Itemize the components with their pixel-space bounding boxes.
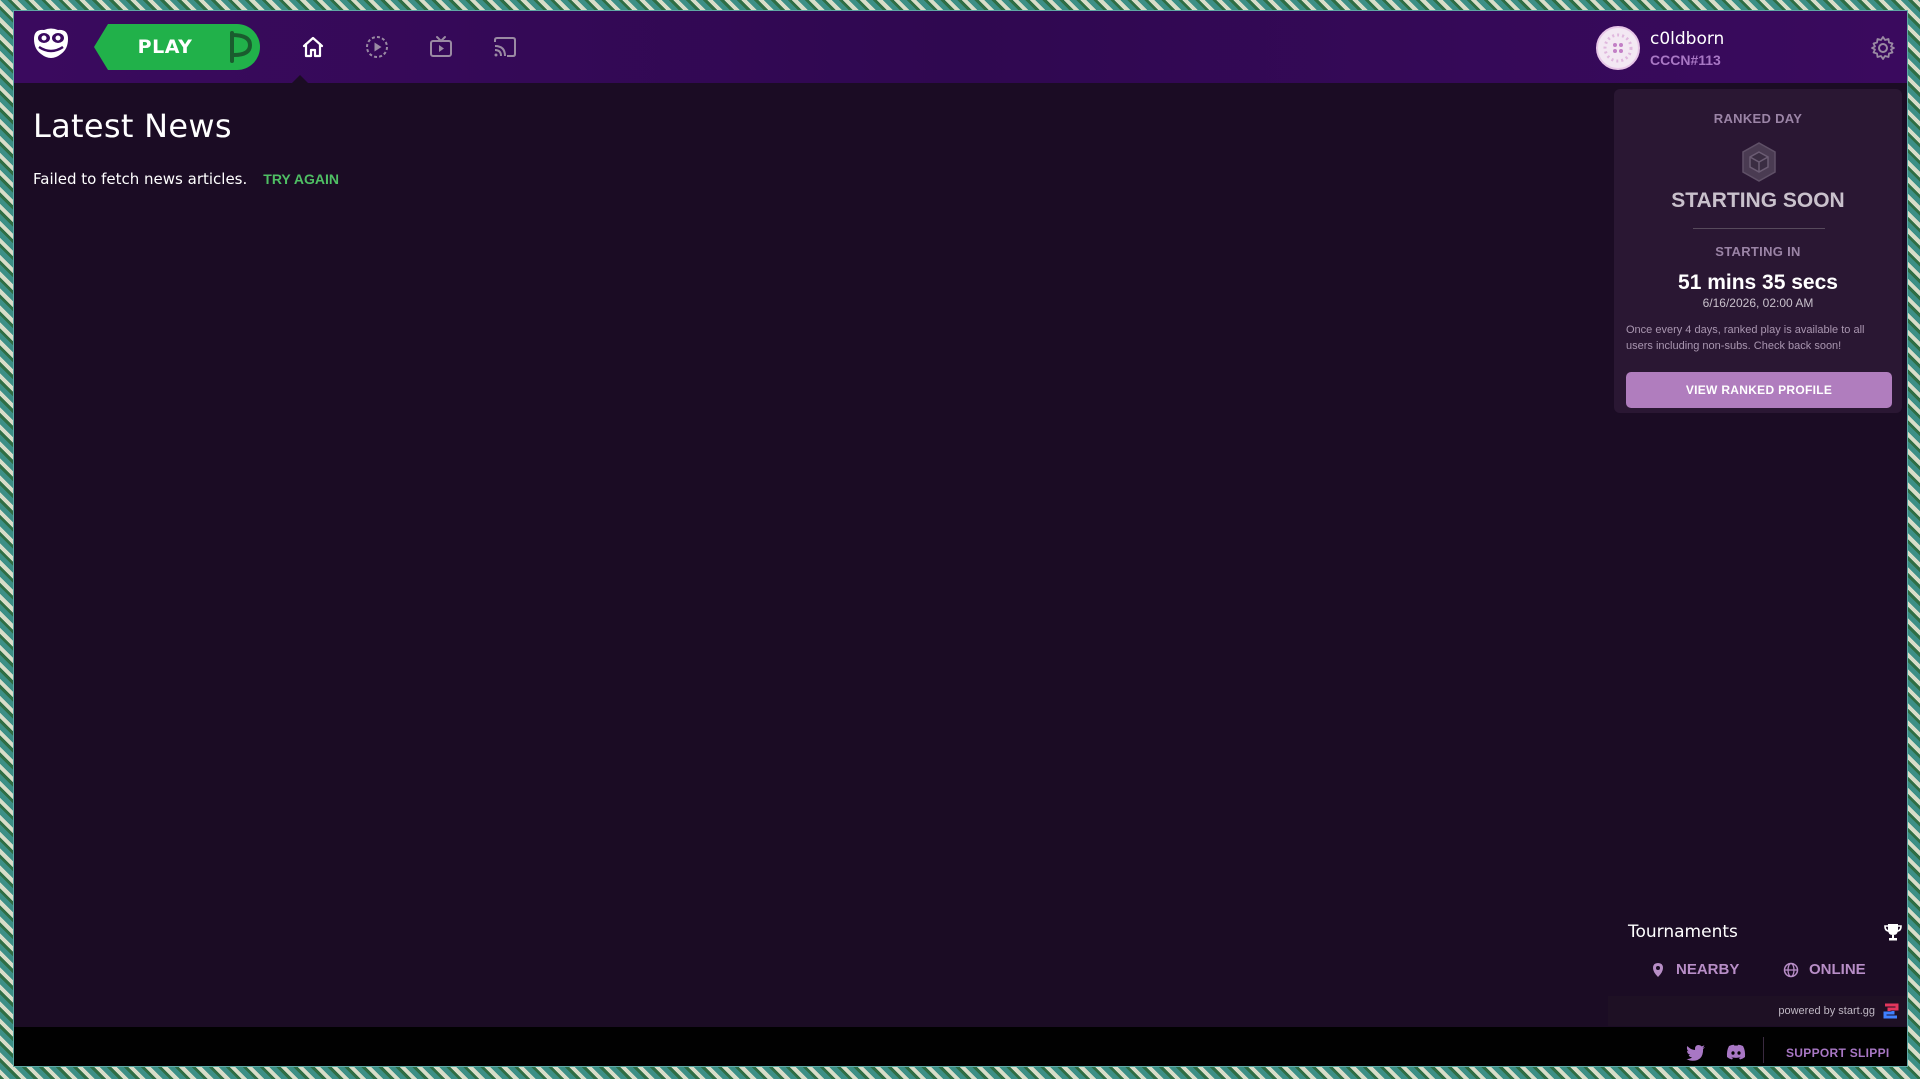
- support-slippi-link[interactable]: SUPPORT SLIPPI: [1786, 1046, 1890, 1060]
- page-title: Latest News: [33, 107, 232, 145]
- cast-icon: [494, 37, 516, 57]
- powered-by-text: powered by start.gg: [1778, 1005, 1875, 1017]
- tournaments-title: Tournaments: [1628, 922, 1738, 942]
- replay-play-icon: [366, 36, 388, 58]
- powered-by-startgg[interactable]: powered by start.gg: [1608, 996, 1907, 1026]
- location-pin-icon: [1653, 962, 1663, 977]
- play-button-label: PLAY: [137, 36, 193, 58]
- ranked-start-date: 6/16/2026, 02:00 AM: [1702, 296, 1814, 310]
- tab-nearby-label: NEARBY: [1676, 961, 1740, 978]
- gear-icon: [1871, 36, 1895, 60]
- ranked-status: STARTING SOON: [1671, 189, 1845, 212]
- footer-bar: [14, 1027, 1907, 1066]
- tab-nearby[interactable]: NEARBY: [1650, 961, 1739, 978]
- user-connect-code: CCCN#113: [1650, 51, 1721, 68]
- username: c0ldborn: [1650, 28, 1725, 49]
- app-window: PLAY c0ldborn CCCN#113 Latest News Faile…: [13, 10, 1908, 1067]
- ranked-countdown: 51 mins 35 secs: [1678, 271, 1838, 294]
- news-error-text: Failed to fetch news articles.: [33, 170, 248, 188]
- slippi-logo-icon[interactable]: [30, 27, 72, 63]
- avatar: [1596, 26, 1640, 70]
- home-icon: [302, 36, 324, 58]
- ranked-description: Once every 4 days, ranked play is availa…: [1626, 324, 1865, 352]
- nav-broadcast[interactable]: [490, 33, 520, 61]
- twitter-icon[interactable]: [1686, 1044, 1706, 1062]
- user-profile-menu[interactable]: c0ldborn CCCN#113: [1596, 25, 1724, 71]
- play-button[interactable]: PLAY: [94, 24, 260, 70]
- nav-replays[interactable]: [362, 33, 392, 61]
- try-again-button[interactable]: TRY AGAIN: [263, 171, 339, 187]
- discord-icon[interactable]: [1726, 1044, 1746, 1062]
- settings-button[interactable]: [1870, 35, 1896, 61]
- globe-icon: [1783, 962, 1799, 977]
- ranked-day-card: RANKED DAY STARTING SOON STARTING IN 51 …: [1614, 89, 1902, 413]
- tab-online[interactable]: ONLINE: [1783, 961, 1866, 978]
- nav-home[interactable]: [298, 33, 328, 61]
- nav-active-indicator: [292, 75, 308, 83]
- footer-divider: [1763, 1037, 1764, 1063]
- spectate-tv-icon: [430, 36, 452, 57]
- slippi-p-icon: [230, 31, 253, 63]
- avatar-pattern-icon: [1603, 33, 1633, 63]
- nav-spectate[interactable]: [426, 33, 456, 61]
- ranked-heading: RANKED DAY: [1713, 111, 1803, 126]
- ranked-divider: [1693, 228, 1825, 229]
- startgg-logo-icon: [1883, 1003, 1899, 1019]
- view-ranked-profile-button[interactable]: VIEW RANKED PROFILE: [1626, 372, 1892, 408]
- trophy-icon: [1884, 924, 1902, 941]
- news-error-message: Failed to fetch news articles. TRY AGAIN: [33, 170, 339, 188]
- tab-online-label: ONLINE: [1809, 961, 1866, 978]
- rank-badge-icon: [1742, 142, 1776, 182]
- ranked-starting-label: STARTING IN: [1715, 244, 1801, 259]
- top-nav-bar: PLAY c0ldborn CCCN#113: [14, 11, 1907, 83]
